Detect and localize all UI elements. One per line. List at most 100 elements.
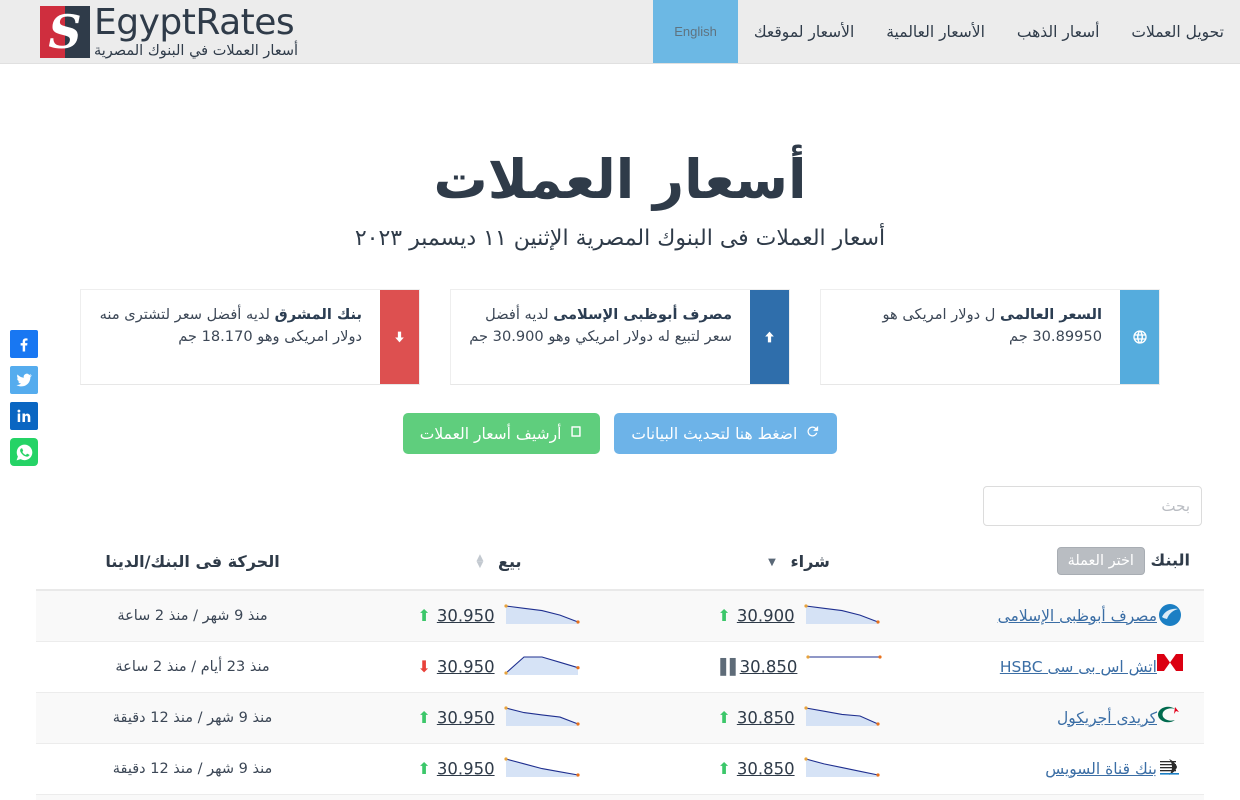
facebook-icon[interactable] <box>10 330 38 358</box>
sell-price[interactable]: 30.950 <box>437 708 495 727</box>
top-navbar: English تحويل العملات أسعار الذهب الأسعا… <box>0 0 1240 64</box>
column-header-buy-label: شراء <box>790 551 830 571</box>
logo-mark-icon: S <box>40 6 90 58</box>
archive-label: أرشيف أسعار العملات <box>419 424 562 443</box>
nav-links: تحويل العملات أسعار الذهب الأسعار العالم… <box>738 0 1240 63</box>
cell-bank: بنك البركة <box>949 794 1204 800</box>
archive-icon <box>569 424 583 443</box>
globe-icon <box>1120 290 1159 384</box>
cell-bank: بنك قناة السويس <box>949 743 1204 795</box>
table-row[interactable]: كريدى أجريكول 30.850 ⬆ 30.950 ⬆ منذ 9 شهر / م… <box>36 692 1204 744</box>
table-row[interactable]: اتش اس بى سى HSBC 30.850▐▐ 30.950 ⬇ منذ 23 أ… <box>36 641 1204 693</box>
card-best-buy-text: بنك المشرق لديه أفضل سعر لتشترى منه دولا… <box>81 290 380 384</box>
cell-sell: 30.950 ⬆ <box>349 743 649 795</box>
rates-table: البنك اختر العملة شراء ▼ بيع ▲ ▼ الحركة ف… <box>36 535 1204 800</box>
table-header-row: البنك اختر العملة شراء ▼ بيع ▲ ▼ الحركة ف… <box>36 535 1204 591</box>
page-title: أسعار العملات <box>433 148 807 211</box>
cell-movement: منذ 23 أيام / منذ 2 ساعة <box>36 641 349 693</box>
summary-cards: السعر العالمى ل دولار امريكى هو 30.89950… <box>80 289 1160 385</box>
column-header-bank: البنك اختر العملة <box>949 535 1204 591</box>
bank-link[interactable]: بنك قناة السويس <box>1045 760 1157 778</box>
cell-sell: 30.950⬆ <box>349 590 649 642</box>
cell-movement: منذ 9 شهر / منذ 12 دقيقة <box>36 794 349 800</box>
column-header-sell[interactable]: بيع ▲ ▼ <box>349 535 649 591</box>
buy-price[interactable]: 30.850 <box>737 708 795 727</box>
language-toggle-button[interactable]: English <box>653 0 738 63</box>
rates-table-container: البنك اختر العملة شراء ▼ بيع ▲ ▼ الحركة ف… <box>36 535 1204 800</box>
logo-word-rates: Rates <box>195 2 295 43</box>
sell-price[interactable]: 30.950 <box>437 759 495 778</box>
twitter-icon[interactable] <box>10 366 38 394</box>
bank-link[interactable]: كريدى أجريكول <box>1057 709 1157 727</box>
search-input[interactable] <box>983 486 1202 526</box>
trend-up-icon: ⬆ <box>417 707 431 727</box>
column-header-sell-label: بيع <box>498 551 522 571</box>
archive-button[interactable]: أرشيف أسعار العملات <box>402 413 601 454</box>
rates-table-head: البنك اختر العملة شراء ▼ بيع ▲ ▼ الحركة ف… <box>36 535 1204 591</box>
nav-item-2[interactable]: الأسعار العالمية <box>870 0 1001 64</box>
sell-sparkline <box>503 754 581 784</box>
action-buttons: اضغط هنا لتحديث البيانات أرشيف أسعار الع… <box>0 413 1240 454</box>
suez-canal-bank-logo <box>1157 756 1183 780</box>
cell-buy: 30.850 ⬆ <box>649 743 949 795</box>
buy-price[interactable]: 30.850 <box>740 657 798 676</box>
trend-up-icon: ⬆ <box>417 758 431 778</box>
buy-price[interactable]: 30.900 <box>737 606 795 625</box>
table-row[interactable]: بنك البركة30.850⬆30.950⬆منذ 9 شهر / منذ … <box>36 794 1204 800</box>
refresh-data-label: اضغط هنا لتحديث البيانات <box>631 424 798 443</box>
sell-price[interactable]: 30.950 <box>437 657 495 676</box>
column-header-movement: الحركة فى البنك/الدينا <box>36 535 349 591</box>
logo-wordmark: EgyptRates <box>94 4 298 42</box>
hero-section: أسعار العملات أسعار العملات فى البنوك ال… <box>0 64 1240 251</box>
cell-bank: مصرف أبوظبى الإسلامى <box>949 590 1204 642</box>
linkedin-icon[interactable] <box>10 402 38 430</box>
credit-agricole-logo <box>1157 705 1183 729</box>
trend-down-icon: ⬇ <box>417 656 431 676</box>
sell-sparkline <box>503 652 581 682</box>
sort-desc-icon[interactable]: ▼ <box>768 557 776 568</box>
bank-link[interactable]: اتش اس بى سى HSBC <box>1000 658 1157 676</box>
card-best-buy-bold: بنك المشرق <box>274 306 362 323</box>
site-logo[interactable]: S EgyptRates أسعار العملات في البنوك الم… <box>40 4 298 59</box>
trend-flat-icon: ▐▐ <box>714 657 736 676</box>
column-header-buy[interactable]: شراء ▼ <box>649 535 949 591</box>
table-row[interactable]: مصرف أبوظبى الإسلامى 30.900 ⬆ 30.950 ⬆ منذ 9 … <box>36 590 1204 642</box>
social-share-rail <box>10 330 38 466</box>
sort-toggle-icon[interactable]: ▲ ▼ <box>477 554 484 570</box>
nav-item-0[interactable]: تحويل العملات <box>1115 0 1240 64</box>
logo-word-egypt: Egypt <box>94 2 196 43</box>
sell-price[interactable]: 30.950 <box>437 606 495 625</box>
cell-buy: 30.850 ⬆ <box>649 692 949 744</box>
table-row[interactable]: بنك قناة السويس 30.850 ⬆ 30.950 ⬆ منذ 9 شهر /… <box>36 743 1204 795</box>
trend-up-icon: ⬆ <box>717 605 731 625</box>
refresh-icon <box>805 424 820 443</box>
cell-movement: منذ 9 شهر / منذ 2 ساعة <box>36 590 349 642</box>
hsbc-logo <box>1157 653 1183 678</box>
nav-item-1[interactable]: أسعار الذهب <box>1001 0 1115 64</box>
adib-logo <box>1157 603 1183 627</box>
cell-sell: 30.950⬆ <box>349 794 649 800</box>
logo-tagline: أسعار العملات في البنوك المصرية <box>94 43 299 59</box>
nav-left-group: English تحويل العملات أسعار الذهب الأسعا… <box>653 0 1240 63</box>
whatsapp-icon[interactable] <box>10 438 38 466</box>
buy-sparkline <box>803 754 881 784</box>
cell-buy: 30.900 ⬆ <box>649 590 949 642</box>
cell-buy: 30.850▐▐ <box>649 641 949 693</box>
buy-sparkline <box>805 652 883 682</box>
cell-bank: اتش اس بى سى HSBC <box>949 641 1204 693</box>
cell-movement: منذ 9 شهر / منذ 12 دقيقة <box>36 743 349 795</box>
bank-link[interactable]: مصرف أبوظبى الإسلامى <box>998 607 1157 625</box>
buy-sparkline <box>803 703 881 733</box>
trend-up-icon: ⬆ <box>717 707 731 727</box>
buy-price[interactable]: 30.850 <box>737 759 795 778</box>
card-best-sell-bold: مصرف أبوظبى الإسلامى <box>553 306 732 323</box>
nav-item-3[interactable]: الأسعار لموقعك <box>738 0 870 64</box>
card-global-rate: السعر العالمى ل دولار امريكى هو 30.89950… <box>820 289 1160 385</box>
arrow-up-icon <box>750 290 789 384</box>
card-best-buy: بنك المشرق لديه أفضل سعر لتشترى منه دولا… <box>80 289 420 385</box>
logo-text-block: EgyptRates أسعار العملات في البنوك المصر… <box>94 4 299 60</box>
currency-select-button[interactable]: اختر العملة <box>1056 547 1145 575</box>
refresh-data-button[interactable]: اضغط هنا لتحديث البيانات <box>614 413 838 454</box>
cell-bank: كريدى أجريكول <box>949 692 1204 744</box>
card-best-sell-text: مصرف أبوظبى الإسلامى لديه أفضل سعر لتبيع… <box>451 290 750 384</box>
